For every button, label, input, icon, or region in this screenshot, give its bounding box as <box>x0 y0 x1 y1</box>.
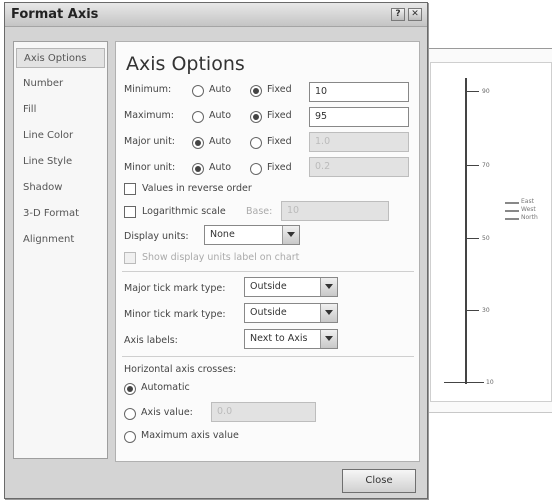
minimum-auto-label: Auto <box>209 84 232 95</box>
crosses-maximum-radio[interactable] <box>124 431 136 443</box>
maximum-label: Maximum: <box>124 110 175 121</box>
format-axis-dialog: Format Axis ? ✕ Axis Options Number Fill… <box>4 2 428 499</box>
minor-unit-fixed-label: Fixed <box>267 162 292 173</box>
nav-line-style[interactable]: Line Style <box>16 152 105 172</box>
minor-unit-input[interactable]: 0.2 <box>309 157 409 177</box>
chevron-down-icon[interactable] <box>282 226 299 244</box>
axis-tick <box>465 238 479 239</box>
nav-number[interactable]: Number <box>16 74 105 94</box>
minor-tick-label: Minor tick mark type: <box>124 309 226 320</box>
minor-tick-select[interactable]: Outside <box>244 303 338 323</box>
minor-unit-auto-label: Auto <box>209 162 232 173</box>
axis-labels-select[interactable]: Next to Axis <box>244 329 338 349</box>
vertical-axis[interactable] <box>465 78 467 384</box>
help-icon[interactable]: ? <box>391 8 405 21</box>
major-unit-fixed-label: Fixed <box>267 136 292 147</box>
dialog-title: Format Axis <box>11 7 99 22</box>
axis-tick <box>465 165 479 166</box>
title-bar[interactable]: Format Axis ? ✕ <box>5 3 427 27</box>
values-reverse-label: Values in reverse order <box>142 183 252 194</box>
minor-tick-value: Outside <box>250 307 287 318</box>
axis-tick-label: 30 <box>482 307 490 314</box>
maximum-fixed-radio[interactable] <box>250 111 262 123</box>
nav-3d-format[interactable]: 3-D Format <box>16 204 105 224</box>
axis-tick-label: 70 <box>482 162 490 169</box>
minimum-label: Minimum: <box>124 84 172 95</box>
crosses-automatic-label: Automatic <box>141 382 190 393</box>
show-units-checkbox[interactable] <box>124 252 136 264</box>
minimum-auto-radio[interactable] <box>192 85 204 97</box>
axis-options-panel: Axis Options Minimum: Auto Fixed 10 Maxi… <box>115 41 420 462</box>
divider <box>122 271 414 272</box>
axis-tick <box>465 91 479 92</box>
major-unit-auto-label: Auto <box>209 136 232 147</box>
maximum-auto-label: Auto <box>209 110 232 121</box>
maximum-input[interactable]: 95 <box>309 107 409 127</box>
chart-plot-area[interactable] <box>430 62 552 402</box>
legend-swatch-north <box>505 218 519 220</box>
display-units-select[interactable]: None <box>204 225 300 245</box>
axis-labels-label: Axis labels: <box>124 335 178 346</box>
legend-swatch-east <box>505 202 519 204</box>
nav-axis-options[interactable]: Axis Options <box>16 48 105 68</box>
legend-label-north: North <box>521 214 538 221</box>
axis-tick <box>444 382 484 383</box>
crosses-automatic-radio[interactable] <box>124 383 136 395</box>
legend-label-west: West <box>521 206 536 213</box>
base-input[interactable]: 10 <box>281 201 389 221</box>
minor-unit-fixed-radio[interactable] <box>250 163 262 175</box>
major-tick-select[interactable]: Outside <box>244 277 338 297</box>
maximum-fixed-label: Fixed <box>267 110 292 121</box>
axis-tick-label: 90 <box>482 88 490 95</box>
h-axis-crosses-label: Horizontal axis crosses: <box>124 364 237 375</box>
log-scale-checkbox[interactable] <box>124 206 136 218</box>
axis-tick <box>465 310 479 311</box>
nav-fill[interactable]: Fill <box>16 100 105 120</box>
major-unit-fixed-radio[interactable] <box>250 137 262 149</box>
major-tick-value: Outside <box>250 281 287 292</box>
chevron-down-icon[interactable] <box>320 304 337 322</box>
category-list: Axis Options Number Fill Line Color Line… <box>13 41 108 459</box>
legend-swatch-west <box>505 210 519 212</box>
maximum-auto-radio[interactable] <box>192 111 204 123</box>
minor-unit-auto-radio[interactable] <box>192 163 204 175</box>
chevron-down-icon[interactable] <box>320 278 337 296</box>
axis-value-input[interactable]: 0.0 <box>211 402 316 422</box>
legend-label-east: East <box>521 198 534 205</box>
nav-shadow[interactable]: Shadow <box>16 178 105 198</box>
nav-line-color[interactable]: Line Color <box>16 126 105 146</box>
display-units-value: None <box>210 229 235 240</box>
crosses-axis-value-radio[interactable] <box>124 408 136 420</box>
nav-alignment[interactable]: Alignment <box>16 230 105 250</box>
close-icon[interactable]: ✕ <box>408 8 422 21</box>
divider <box>122 356 414 357</box>
minor-unit-label: Minor unit: <box>124 162 176 173</box>
display-units-label: Display units: <box>124 231 189 242</box>
major-unit-auto-radio[interactable] <box>192 137 204 149</box>
log-scale-label: Logarithmic scale <box>142 206 226 217</box>
close-button[interactable]: Close <box>342 469 416 493</box>
values-reverse-checkbox[interactable] <box>124 183 136 195</box>
crosses-maximum-label: Maximum axis value <box>141 430 239 441</box>
panel-heading: Axis Options <box>126 53 245 75</box>
axis-tick-label: 10 <box>486 379 494 386</box>
minimum-input[interactable]: 10 <box>309 82 409 102</box>
crosses-axis-value-label: Axis value: <box>141 407 193 418</box>
base-label: Base: <box>246 206 273 217</box>
chevron-down-icon[interactable] <box>320 330 337 348</box>
minimum-fixed-label: Fixed <box>267 84 292 95</box>
major-unit-input[interactable]: 1.0 <box>309 132 409 152</box>
major-unit-label: Major unit: <box>124 136 176 147</box>
minimum-fixed-radio[interactable] <box>250 85 262 97</box>
axis-tick-label: 50 <box>482 235 490 242</box>
show-units-label: Show display units label on chart <box>142 252 300 263</box>
major-tick-label: Major tick mark type: <box>124 283 226 294</box>
axis-labels-value: Next to Axis <box>250 333 308 344</box>
